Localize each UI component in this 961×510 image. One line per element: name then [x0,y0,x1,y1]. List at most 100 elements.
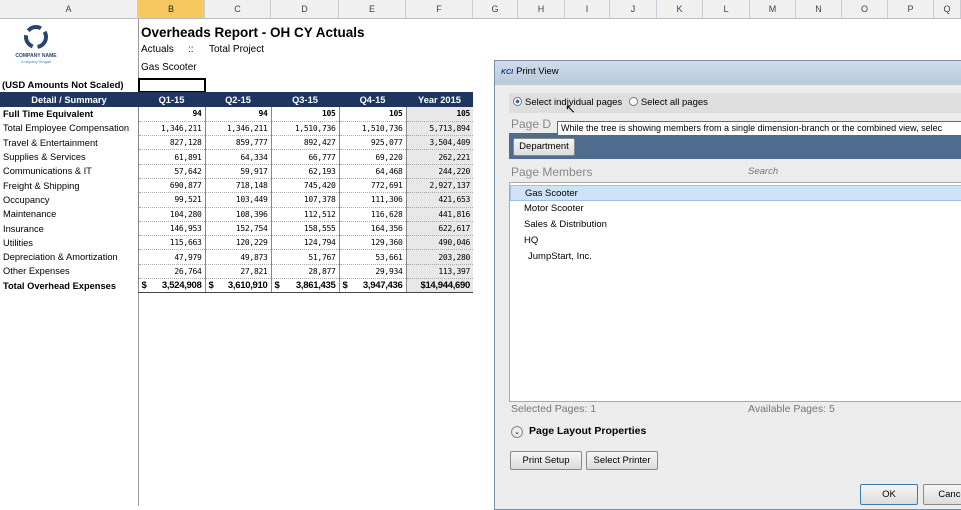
column-header-m[interactable]: M [750,0,796,18]
value-cell[interactable]: 1,346,211 [137,121,205,137]
value-cell[interactable]: 1,510,736 [338,121,406,137]
value-cell[interactable]: 925,077 [338,135,406,151]
column-header-d[interactable]: D [271,0,339,18]
value-cell[interactable]: 69,220 [338,149,406,165]
value-cell[interactable]: $3,524,908 [137,278,205,294]
value-cell[interactable]: 164,356 [338,221,406,237]
column-header-f[interactable]: F [406,0,473,18]
value-cell[interactable]: 104,280 [137,207,205,222]
column-header-n[interactable]: N [796,0,842,18]
value-cell[interactable]: 66,777 [270,149,339,165]
value-cell[interactable]: 892,427 [270,135,339,151]
select-printer-button[interactable]: Select Printer [586,451,658,470]
value-cell[interactable]: 115,663 [137,235,205,251]
value-cell[interactable]: 120,229 [204,235,271,251]
value-cell[interactable]: $3,947,436 [338,278,406,294]
value-cell[interactable]: 152,754 [204,221,271,237]
column-header-l[interactable]: L [703,0,750,18]
value-cell[interactable]: 64,334 [204,149,271,165]
member-item[interactable]: JumpStart, Inc. [510,249,961,265]
column-header-g[interactable]: G [473,0,518,18]
value-cell[interactable]: 203,280 [405,249,473,265]
value-cell[interactable]: 116,628 [338,207,406,222]
member-item[interactable]: Sales & Distribution [510,217,961,233]
print-setup-button[interactable]: Print Setup [510,451,582,470]
value-cell[interactable]: 718,148 [204,178,271,194]
value-cell[interactable]: 107,378 [270,192,339,208]
value-cell[interactable]: 622,617 [405,221,473,237]
column-header-c[interactable]: C [205,0,271,18]
value-cell[interactable]: 64,468 [338,164,406,179]
value-cell[interactable]: 112,512 [270,207,339,222]
value-cell[interactable]: 61,891 [137,149,205,165]
value-cell[interactable]: 57,642 [137,164,205,179]
value-cell[interactable]: 51,767 [270,249,339,265]
radio-label: Select all pages [640,97,708,108]
value-cell[interactable]: 105 [405,107,473,122]
value-cell[interactable]: 103,449 [204,192,271,208]
cancel-button[interactable]: Cance [923,484,961,505]
value-cell[interactable]: 827,128 [137,135,205,151]
column-header-k[interactable]: K [657,0,703,18]
value-cell[interactable]: 859,777 [204,135,271,151]
value-cell[interactable]: 262,221 [405,149,473,165]
value-cell[interactable]: 53,661 [338,249,406,265]
value-cell[interactable]: 29,934 [338,264,406,280]
value-cell[interactable]: 1,510,736 [270,121,339,137]
ok-button[interactable]: OK [860,484,918,505]
value-cell[interactable]: 1,346,211 [204,121,271,137]
value-cell[interactable]: 62,193 [270,164,339,179]
value-cell[interactable]: $3,610,910 [204,278,271,294]
value-text: 29,934 [375,266,403,276]
value-cell[interactable]: 421,653 [405,192,473,208]
dialog-title-bar[interactable]: KCI Print View [495,61,961,85]
selected-cell-b5[interactable] [138,78,206,93]
value-cell[interactable]: $14,944,690 [405,278,473,294]
value-cell[interactable]: 111,306 [338,192,406,208]
radio-select-all[interactable]: Select all pages [628,97,708,108]
member-item[interactable]: HQ [510,233,961,249]
column-header-q[interactable]: Q [934,0,961,18]
value-cell[interactable]: 26,764 [137,264,205,280]
member-item[interactable]: Motor Scooter [510,201,961,217]
value-cell[interactable]: 772,691 [338,178,406,194]
value-cell[interactable]: 124,794 [270,235,339,251]
column-header-b[interactable]: B [138,0,205,18]
value-cell[interactable]: 129,360 [338,235,406,251]
column-header-o[interactable]: O [842,0,888,18]
value-cell[interactable]: 105 [270,107,339,122]
value-cell[interactable]: 690,877 [137,178,205,194]
search-input[interactable] [745,161,961,182]
value-cell[interactable]: 99,521 [137,192,205,208]
value-cell[interactable]: 59,917 [204,164,271,179]
value-cell[interactable]: 441,816 [405,207,473,222]
value-cell[interactable]: 49,873 [204,249,271,265]
value-cell[interactable]: 108,396 [204,207,271,222]
value-cell[interactable]: 490,046 [405,235,473,251]
column-header-p[interactable]: P [888,0,934,18]
value-cell[interactable]: $3,861,435 [270,278,339,294]
column-header-a[interactable]: A [0,0,138,18]
member-item[interactable]: Gas Scooter [510,185,961,201]
value-cell[interactable]: 105 [338,107,406,122]
value-cell[interactable]: 146,953 [137,221,205,237]
value-cell[interactable]: 94 [137,107,205,122]
column-header-h[interactable]: H [518,0,565,18]
department-button[interactable]: Department [513,138,575,156]
value-cell[interactable]: 3,504,409 [405,135,473,151]
column-header-i[interactable]: I [565,0,610,18]
value-cell[interactable]: 244,220 [405,164,473,179]
column-header-j[interactable]: J [610,0,657,18]
value-cell[interactable]: 113,397 [405,264,473,280]
page-layout-toggle[interactable]: ⌄ Page Layout Properties [511,425,646,438]
mouse-cursor-icon: ↖ [565,101,576,116]
column-header-e[interactable]: E [339,0,406,18]
value-cell[interactable]: 47,979 [137,249,205,265]
value-cell[interactable]: 2,927,137 [405,178,473,194]
value-cell[interactable]: 158,555 [270,221,339,237]
value-cell[interactable]: 27,821 [204,264,271,280]
value-cell[interactable]: 28,877 [270,264,339,280]
value-cell[interactable]: 745,420 [270,178,339,194]
value-cell[interactable]: 94 [204,107,271,122]
value-cell[interactable]: 5,713,894 [405,121,473,137]
